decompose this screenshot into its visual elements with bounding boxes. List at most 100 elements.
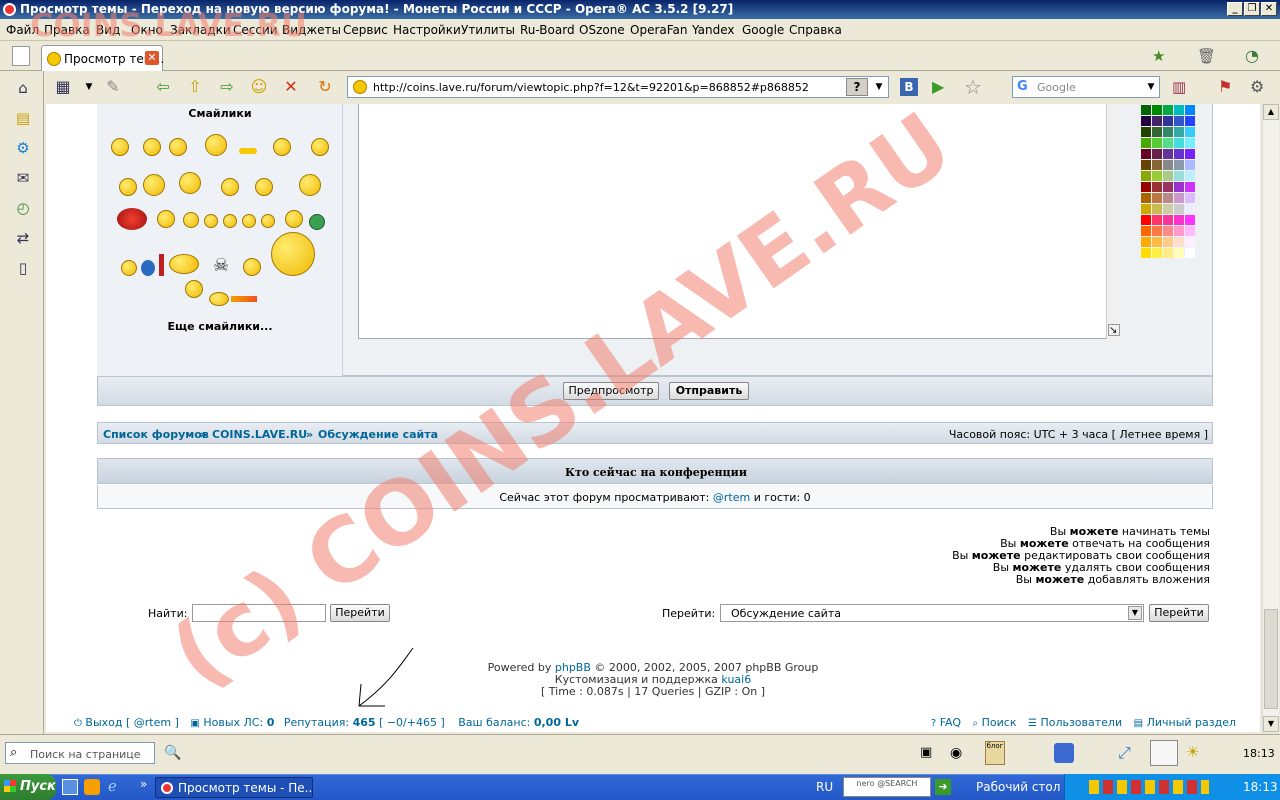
question-smiley-icon[interactable] <box>223 214 237 228</box>
color-swatch[interactable] <box>1163 171 1173 181</box>
textarea-scrollbar[interactable] <box>1106 104 1122 339</box>
smiley-icon[interactable] <box>111 138 129 156</box>
pin-icon[interactable]: ⚑ <box>1218 77 1238 97</box>
color-swatch[interactable] <box>1152 138 1162 148</box>
translate-icon[interactable]: ▥ <box>1172 78 1190 96</box>
color-swatch[interactable] <box>1174 138 1184 148</box>
nero-go-icon[interactable]: ➜ <box>935 779 951 795</box>
thumbs-up-smiley-icon[interactable] <box>169 254 199 274</box>
ie-smiley-icon[interactable] <box>141 260 155 276</box>
tab-close-icon[interactable]: ✕ <box>145 51 159 65</box>
color-swatch[interactable] <box>1174 116 1184 126</box>
preview-button[interactable]: Предпросмотр <box>563 382 659 400</box>
forward-icon[interactable]: ⇨ <box>218 78 236 96</box>
nero-search-box[interactable]: nero @SEARCH <box>843 777 931 797</box>
disk-icon[interactable]: ◉ <box>950 745 962 761</box>
color-swatch[interactable] <box>1152 215 1162 225</box>
color-swatch[interactable] <box>1185 237 1195 247</box>
smiley-icon[interactable] <box>183 212 199 228</box>
smiley-icon[interactable] <box>143 174 165 196</box>
minimize-button[interactable]: _ <box>1227 2 1243 16</box>
panel-mail-icon[interactable]: ✉ <box>14 169 32 187</box>
color-swatch[interactable] <box>1163 127 1173 137</box>
color-swatch[interactable] <box>1174 215 1184 225</box>
color-swatch[interactable] <box>1163 193 1173 203</box>
color-swatch[interactable] <box>1141 237 1151 247</box>
color-swatch[interactable] <box>1185 171 1195 181</box>
find-input[interactable] <box>192 604 326 622</box>
breadcrumb-site-link[interactable]: COINS.LAVE.RU <box>212 428 307 441</box>
color-swatch[interactable] <box>1185 204 1195 214</box>
color-swatch[interactable] <box>1152 248 1162 258</box>
edit-pen-icon[interactable]: ✎ <box>104 78 122 96</box>
fullscreen-icon[interactable]: ⤢ <box>1118 743 1131 763</box>
color-swatch[interactable] <box>1174 204 1184 214</box>
idea-smiley-icon[interactable] <box>242 214 256 228</box>
color-swatch[interactable] <box>1174 237 1184 247</box>
page-view-icon[interactable] <box>1150 740 1178 766</box>
address-dropdown-icon[interactable]: ▼ <box>872 78 886 96</box>
menu-file[interactable]: Файл <box>6 23 39 37</box>
smiley-icon[interactable] <box>285 210 303 228</box>
more-smilies-link[interactable]: Еще смайлики... <box>97 320 343 333</box>
color-swatch[interactable] <box>1152 237 1162 247</box>
members-link[interactable]: Пользователи <box>1040 716 1122 729</box>
menu-bookmarks[interactable]: Закладки <box>170 23 231 37</box>
color-swatch[interactable] <box>1185 138 1195 148</box>
blog-icon[interactable]: блог <box>985 741 1005 765</box>
cool-smiley-icon[interactable] <box>311 138 329 156</box>
online-user-link[interactable]: @rtem <box>713 491 750 504</box>
language-indicator[interactable]: RU <box>816 780 833 794</box>
menu-sessions[interactable]: Сессии <box>233 23 278 37</box>
new-page-icon[interactable] <box>12 46 30 66</box>
panel-notes-icon[interactable]: ▤ <box>14 109 32 127</box>
kiss-smiley-icon[interactable] <box>255 178 273 196</box>
menu-ruboard[interactable]: Ru-Board <box>520 23 575 37</box>
tray-icons[interactable] <box>1089 780 1209 794</box>
color-swatch[interactable] <box>1174 193 1184 203</box>
color-swatch[interactable] <box>1141 248 1151 258</box>
smiley-icon[interactable] <box>157 210 175 228</box>
color-swatch[interactable] <box>1141 127 1151 137</box>
color-swatch[interactable] <box>1141 116 1151 126</box>
go-icon[interactable]: ▶ <box>932 78 950 96</box>
start-button[interactable]: Пуск <box>0 774 56 800</box>
message-textarea[interactable] <box>358 104 1122 339</box>
color-swatch[interactable] <box>1163 160 1173 170</box>
faq-link[interactable]: FAQ <box>940 716 961 729</box>
find-go-button[interactable]: Перейти <box>330 604 390 622</box>
color-swatch[interactable] <box>1152 149 1162 159</box>
menu-google[interactable]: Google <box>742 23 784 37</box>
reload-icon[interactable]: ↻ <box>316 78 334 96</box>
jump-go-button[interactable]: Перейти <box>1149 604 1209 622</box>
find-in-page-input[interactable]: ⌕ Поиск на странице <box>5 742 155 764</box>
hat-smiley-icon[interactable] <box>299 174 321 196</box>
color-swatch[interactable] <box>1141 171 1151 181</box>
search-engine-box[interactable]: G Google ▼ <box>1012 76 1160 98</box>
color-swatch[interactable] <box>1174 127 1184 137</box>
network-icon[interactable] <box>1054 743 1074 763</box>
quicklaunch-chevron[interactable]: » <box>140 777 147 791</box>
submit-button[interactable]: Отправить <box>669 382 749 400</box>
color-swatch[interactable] <box>1174 105 1184 115</box>
panels-icon[interactable]: ▦ <box>54 78 72 96</box>
exclaim-smiley-icon[interactable] <box>204 214 218 228</box>
wizard-smiley-icon[interactable] <box>205 134 227 156</box>
scroll-down-icon[interactable]: ▼ <box>1263 716 1279 732</box>
smiley-icon[interactable] <box>185 280 203 298</box>
menu-edit[interactable]: Правка <box>44 23 90 37</box>
color-swatch[interactable] <box>1163 215 1173 225</box>
taskbar-opera-task[interactable]: Просмотр темы - Пе... <box>155 777 313 798</box>
color-swatch[interactable] <box>1141 149 1151 159</box>
search-link[interactable]: Поиск <box>982 716 1017 729</box>
panel-toggle-icon[interactable]: ▣ <box>920 745 932 760</box>
menu-settings[interactable]: Настройки <box>393 23 461 37</box>
color-swatch[interactable] <box>1152 226 1162 236</box>
bookmark-icon[interactable]: ★ <box>1152 47 1172 65</box>
color-swatch[interactable] <box>1152 160 1162 170</box>
color-swatch[interactable] <box>1185 215 1195 225</box>
smiley-icon[interactable] <box>143 138 161 156</box>
panel-settings-icon[interactable]: ⚙ <box>14 139 32 157</box>
color-swatch[interactable] <box>1152 127 1162 137</box>
color-swatch[interactable] <box>1185 193 1195 203</box>
